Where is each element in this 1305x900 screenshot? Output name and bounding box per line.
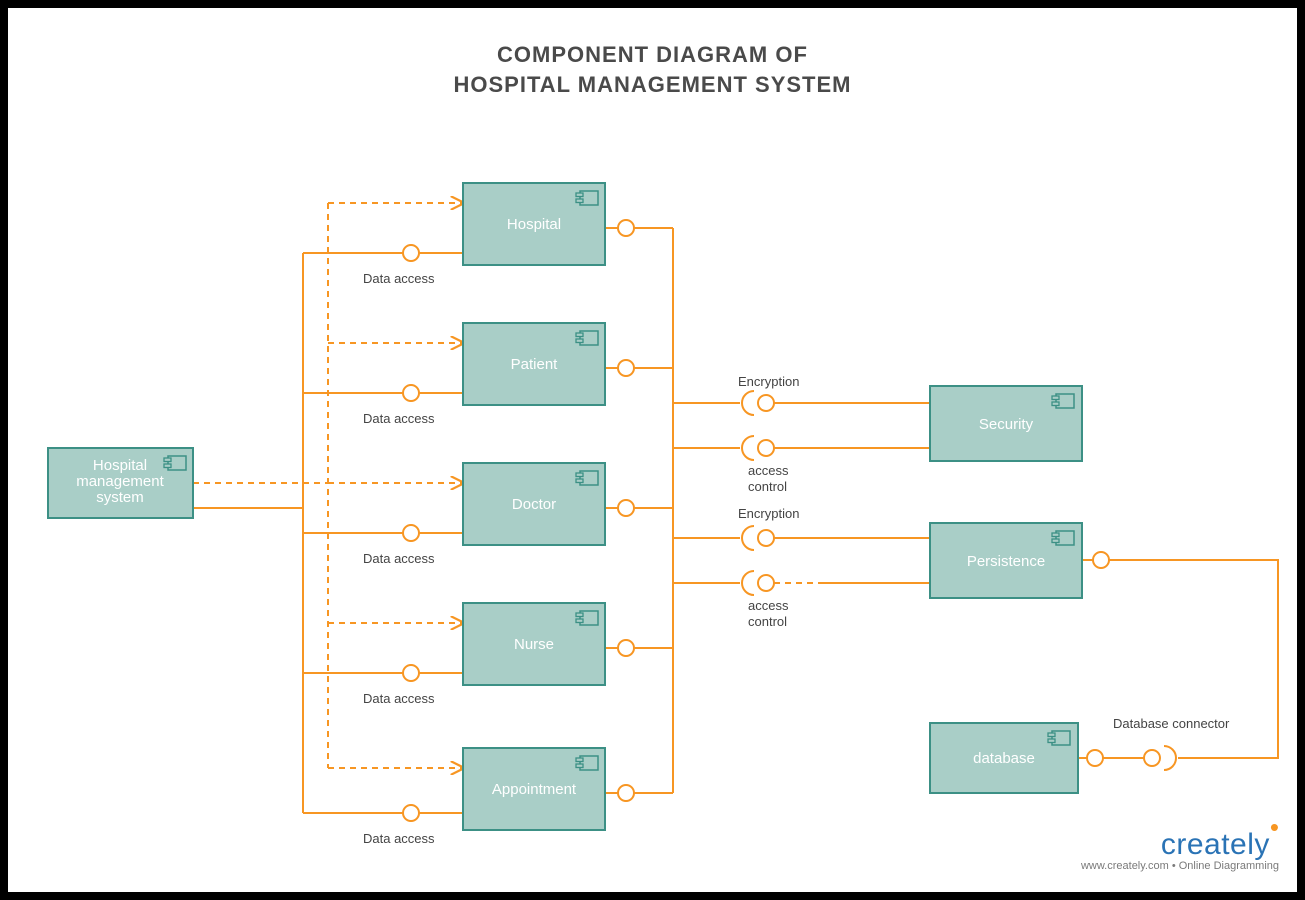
label-data-access-2: Data access (363, 411, 435, 426)
label-data-access-5: Data access (363, 831, 435, 846)
svg-text:Appointment: Appointment (492, 781, 577, 798)
component-patient: Patient (463, 323, 605, 405)
data-access-bus (193, 508, 303, 813)
component-persistence: Persistence (930, 523, 1082, 598)
right-ball-nurse (605, 640, 673, 656)
component-root-line3: system (96, 489, 144, 506)
component-root-line1: Hospital (93, 457, 147, 474)
svg-text:Nurse: Nurse (514, 636, 554, 653)
component-database: database (930, 723, 1078, 793)
interface-encryption-persistence (673, 526, 930, 550)
component-root-line2: management (76, 473, 164, 490)
label-data-access-1: Data access (363, 271, 435, 286)
component-nurse: Nurse (463, 603, 605, 685)
interface-access-control-persistence (673, 571, 930, 595)
component-hospital: Hospital (463, 183, 605, 265)
svg-text:Persistence: Persistence (967, 553, 1045, 570)
interface-access-control-security (673, 436, 930, 460)
right-ball-hospital (605, 220, 673, 236)
right-ball-appointment (605, 785, 673, 801)
svg-text:database: database (973, 750, 1035, 767)
lollipop-data-access-patient (303, 385, 463, 401)
brand-name: creately (1161, 828, 1270, 861)
svg-text:Doctor: Doctor (512, 496, 556, 513)
label-access-2a: access (748, 598, 789, 613)
component-doctor: Doctor (463, 463, 605, 545)
brand-dot-icon: • (1270, 812, 1279, 842)
label-data-access-3: Data access (363, 551, 435, 566)
component-root: Hospitalmanagementsystem (48, 448, 193, 518)
label-access-1a: access (748, 463, 789, 478)
right-ball-doctor (605, 500, 673, 516)
lollipop-data-access-appointment (303, 805, 463, 821)
diagram-frame: COMPONENT DIAGRAM OF HOSPITAL MANAGEMENT… (8, 8, 1297, 892)
right-ball-patient (605, 360, 673, 376)
interface-persistence-out (1078, 552, 1278, 770)
label-data-access-4: Data access (363, 691, 435, 706)
label-access-2b: control (748, 614, 787, 629)
label-db-connector: Database connector (1113, 716, 1230, 731)
label-encryption-2: Encryption (738, 506, 799, 521)
component-appointment: Appointment (463, 748, 605, 830)
footer-brand: creately• www.creately.com • Online Diag… (1081, 828, 1279, 872)
component-security: Security (930, 386, 1082, 461)
interface-encryption-security (673, 391, 930, 415)
svg-text:Hospital: Hospital (507, 216, 561, 233)
diagram-canvas: Data access Data access Data access Data… (8, 8, 1297, 892)
label-encryption-1: Encryption (738, 374, 799, 389)
label-access-1b: control (748, 479, 787, 494)
brand-subtitle: www.creately.com • Online Diagramming (1081, 860, 1279, 872)
svg-text:Security: Security (979, 416, 1034, 433)
svg-text:Patient: Patient (511, 356, 559, 373)
